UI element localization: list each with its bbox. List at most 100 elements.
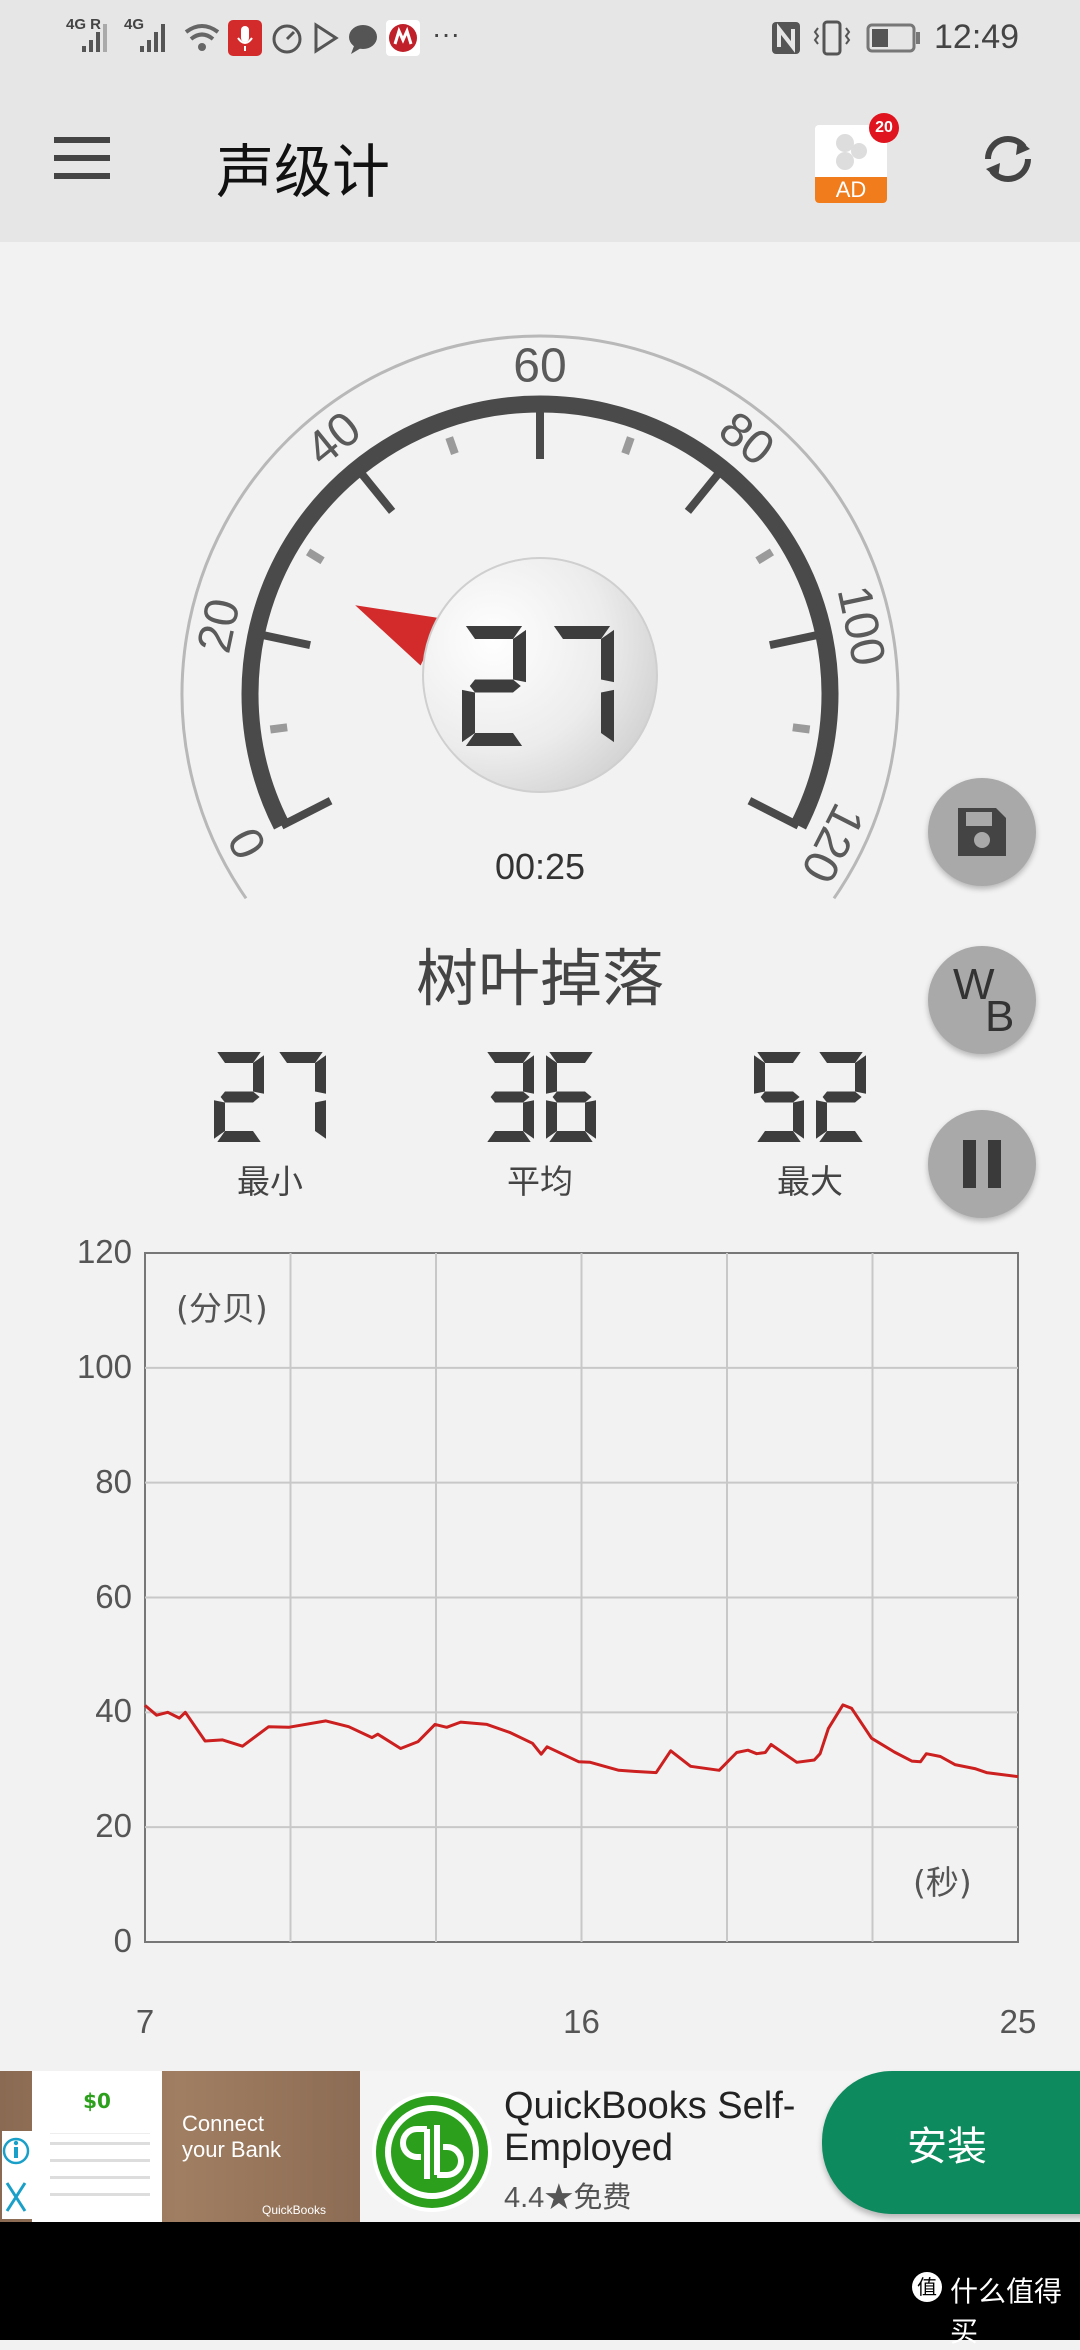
quickbooks-app-icon	[372, 2092, 492, 2212]
y-tick-label: 60	[95, 1577, 132, 1615]
lcd-segment	[822, 1091, 862, 1103]
ad-rating-row: 4.4★免费	[504, 2174, 631, 2216]
lcd-segment	[462, 689, 475, 743]
save-button[interactable]	[928, 778, 1036, 886]
x-tick-label: 16	[563, 2003, 600, 2040]
close-icon[interactable]	[5, 2182, 27, 2212]
lcd-segment	[757, 1052, 801, 1063]
install-label: 安装	[907, 2123, 987, 2170]
major-tick	[684, 466, 726, 514]
y-tick-label: 80	[95, 1462, 132, 1500]
lcd-segment	[549, 1052, 593, 1063]
lcd-segment	[217, 1131, 261, 1142]
ad-price: 免费	[573, 2182, 632, 2214]
lcd-segment	[552, 1091, 592, 1103]
major-tick	[279, 797, 333, 830]
avg-label: 平均	[507, 1162, 573, 1201]
ad-choices	[2, 2131, 32, 2219]
watermark-logo-icon: 值	[912, 2272, 942, 2302]
minor-tick	[621, 436, 635, 455]
lcd-segment	[546, 1100, 557, 1139]
y-tick-label: 120	[76, 1233, 132, 1270]
max-label: 最大	[777, 1162, 843, 1201]
lcd-segment	[760, 1091, 800, 1103]
lcd-segment	[253, 1055, 264, 1094]
lcd-segment	[279, 1052, 323, 1063]
floppy-save-icon	[958, 808, 1006, 856]
ad-image-caption: Connect your Bank	[182, 2111, 282, 2162]
navigation-area: 值 什么值得买	[0, 2222, 1080, 2348]
lcd-segment	[487, 1052, 531, 1063]
lcd-segment	[601, 689, 614, 743]
gauge-tick-label: 20	[188, 594, 251, 657]
major-tick	[354, 466, 396, 514]
min-value	[214, 1052, 326, 1142]
ad-banner[interactable]: $0 Connect your Bank QuickBooks QuickBoo…	[0, 2071, 1080, 2222]
ad-image[interactable]: $0 Connect your Bank QuickBooks	[0, 2071, 360, 2222]
weighting-b: B	[985, 992, 1015, 1041]
minor-tick	[792, 723, 811, 734]
gauge-center-disc	[422, 557, 658, 793]
lcd-segment	[816, 1100, 827, 1139]
lcd-segment	[469, 679, 521, 693]
lcd-segment	[549, 1131, 593, 1142]
lcd-segment	[217, 1052, 261, 1063]
lcd-segment	[819, 1131, 863, 1142]
star-icon: ★	[544, 2182, 574, 2214]
avg-value	[487, 1052, 596, 1142]
lcd-segment	[220, 1091, 260, 1103]
y-tick-label: 100	[76, 1347, 132, 1385]
x-axis-unit: (秒)	[913, 1863, 972, 1902]
ad-rating: 4.4	[504, 2182, 545, 2214]
sound-level-history-chart: (分贝) (秒)	[144, 1252, 1019, 1943]
lcd-segment	[513, 629, 526, 683]
max-value	[754, 1052, 866, 1142]
noise-description: 树叶掉落	[415, 942, 664, 1015]
minor-tick	[269, 723, 288, 734]
lcd-segment	[793, 1100, 804, 1139]
lcd-segment	[214, 1100, 225, 1139]
ad-phone-screenshot: $0	[32, 2071, 162, 2222]
y-tick-label: 40	[95, 1692, 132, 1730]
y-tick-label: 20	[95, 1807, 132, 1845]
install-button[interactable]: 安装	[822, 2071, 1080, 2214]
lcd-segment	[315, 1055, 326, 1094]
elapsed-time: 00:25	[494, 846, 586, 887]
lcd-segment	[523, 1055, 534, 1094]
lcd-segment	[465, 733, 523, 746]
lcd-segment	[585, 1100, 596, 1139]
lcd-segment	[754, 1055, 765, 1094]
x-tick-label: 25	[999, 2003, 1037, 2040]
lcd-segment	[757, 1131, 801, 1142]
lcd-segment	[490, 1091, 530, 1103]
lcd-segment	[855, 1055, 866, 1094]
minor-tick	[445, 436, 459, 455]
minor-tick	[305, 548, 325, 565]
ad-app-name-line2: Employed	[504, 2127, 673, 2169]
lcd-segment	[601, 629, 614, 683]
minor-tick	[755, 548, 775, 565]
lcd-segment	[819, 1052, 863, 1063]
lcd-segment	[546, 1055, 557, 1094]
ad-app-name-line1: QuickBooks Self-	[504, 2085, 796, 2127]
lcd-segment	[487, 1131, 531, 1142]
major-tick	[769, 629, 825, 650]
ad-image-brand: QuickBooks	[262, 2203, 327, 2217]
gauge-tick-label: 60	[513, 340, 566, 393]
info-icon[interactable]	[2, 2137, 30, 2165]
sound-level-gauge: 020406080100120	[180, 334, 900, 900]
lcd-segment	[523, 1100, 534, 1139]
pause-icon	[963, 1140, 1001, 1188]
ad-app-name[interactable]: QuickBooks Self- Employed	[504, 2085, 795, 2169]
lcd-segment	[315, 1100, 326, 1139]
lcd-segment	[553, 626, 611, 639]
weighting-button[interactable]: W B	[928, 946, 1036, 1054]
y-axis-unit: (分贝)	[176, 1289, 268, 1328]
major-tick	[747, 797, 801, 830]
min-label: 最小	[237, 1162, 303, 1201]
watermark: 什么值得买	[950, 2275, 1063, 2348]
pause-button[interactable]	[928, 1110, 1036, 1218]
major-tick	[255, 629, 311, 650]
lcd-segment	[465, 626, 523, 639]
x-tick-label: 7	[135, 2003, 155, 2040]
